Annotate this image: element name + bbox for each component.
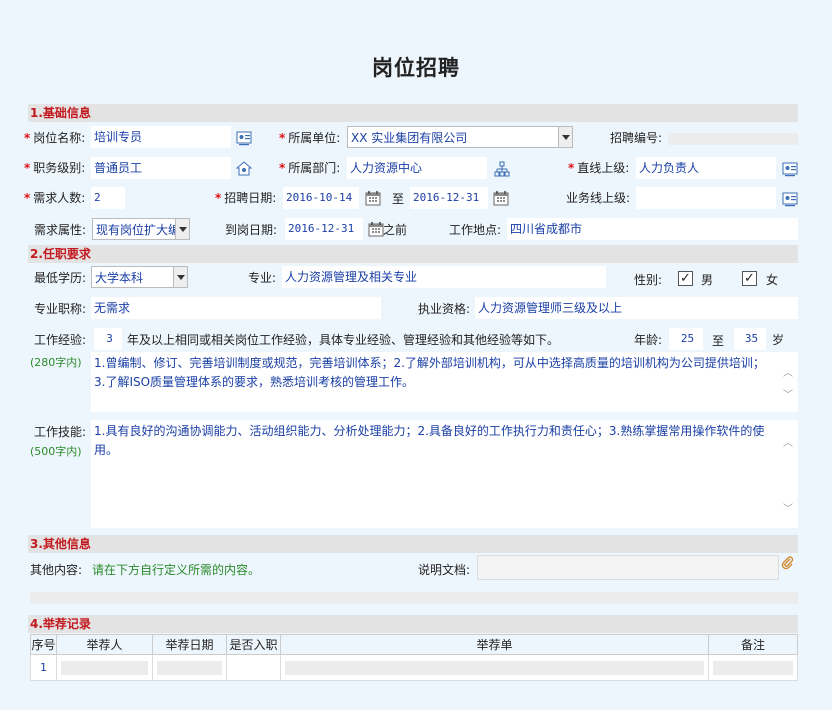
other-content-hint: 请在下方自行定义所需的内容。	[92, 563, 261, 577]
row-remark[interactable]	[708, 654, 798, 681]
skills-limit-hint: (500字内)	[30, 445, 82, 458]
education-value: 大学本科	[95, 270, 144, 285]
calendar-icon[interactable]	[368, 221, 384, 237]
section-other-title: 3.其他信息	[28, 535, 798, 553]
person-card-icon[interactable]	[782, 191, 798, 207]
dept-label: * 所属部门:	[279, 161, 341, 175]
org-chart-icon[interactable]	[494, 161, 510, 177]
row-hired[interactable]	[226, 654, 281, 681]
checkbox-checked-icon[interactable]: ✓	[678, 271, 693, 286]
dept-field[interactable]: 人力资源中心	[347, 157, 487, 179]
row-date[interactable]	[152, 654, 227, 681]
scroll-up-icon[interactable]: ︿	[782, 364, 794, 383]
person-card-icon[interactable]	[236, 130, 252, 146]
skills-label: 工作技能:	[34, 425, 87, 439]
unit-select[interactable]: XX 实业集团有限公司	[347, 126, 573, 148]
qualification-field[interactable]: 人力资源管理师三级及以上	[475, 297, 798, 319]
headcount-label: * 需求人数:	[24, 191, 86, 205]
calendar-icon[interactable]	[365, 190, 381, 206]
superior-field[interactable]: 人力负责人	[636, 157, 776, 179]
section-records-title: 4.举荐记录	[28, 615, 798, 633]
male-label: 男	[701, 273, 714, 287]
row-form[interactable]	[280, 654, 709, 681]
skills-detail-text: 1.具有良好的沟通协调能力、活动组织能力、分析处理能力；2.具备良好的工作执行力…	[94, 424, 765, 457]
business-superior-label: 业务线上级:	[566, 191, 631, 205]
education-select[interactable]: 大学本科	[91, 266, 188, 288]
recruit-date-label: * 招聘日期:	[215, 191, 277, 205]
house-icon[interactable]	[236, 161, 252, 177]
header-date: 举荐日期	[152, 634, 227, 655]
doc-upload-field[interactable]	[477, 555, 779, 580]
grade-label: * 职务级别:	[24, 161, 86, 175]
header-form: 举荐单	[280, 634, 709, 655]
age-max-field[interactable]: 35	[734, 328, 766, 350]
experience-years-field[interactable]: 3	[94, 328, 122, 350]
age-to-label: 至	[712, 334, 725, 348]
dropdown-arrow-icon[interactable]	[558, 127, 572, 147]
age-min-field[interactable]: 25	[669, 328, 703, 350]
dropdown-arrow-icon[interactable]	[175, 219, 189, 239]
before-label: 之前	[383, 223, 408, 237]
paperclip-icon[interactable]	[781, 556, 795, 570]
experience-text: 年及以上相同或相关岗位工作经验，具体专业经验、管理经验和其他经验等如下。	[127, 333, 560, 347]
section-basic-title: 1.基础信息	[28, 104, 798, 122]
calendar-icon[interactable]	[493, 190, 509, 206]
recruit-no-label: 招聘编号:	[610, 131, 663, 145]
unit-label: * 所属单位:	[279, 131, 341, 145]
table-row[interactable]: 1	[30, 654, 798, 681]
dropdown-arrow-icon[interactable]	[173, 267, 187, 287]
unit-value: XX 实业集团有限公司	[351, 130, 468, 145]
header-no: 序号	[30, 634, 57, 655]
location-label: 工作地点:	[449, 223, 502, 237]
experience-detail-textarea[interactable]: 1.曾编制、修订、完善培训制度或规范，完善培训体系；2.了解外部培训机构，可从中…	[91, 352, 798, 412]
gender-label: 性别:	[634, 273, 663, 287]
onboard-date-field[interactable]: 2016-12-31	[285, 218, 363, 240]
header-recommender: 举荐人	[56, 634, 153, 655]
other-content-label: 其他内容:	[30, 563, 83, 577]
scroll-up-icon[interactable]: ︿	[782, 434, 794, 453]
major-label: 专业:	[248, 271, 277, 285]
location-field[interactable]: 四川省成都市	[507, 218, 798, 240]
demand-type-value: 现有岗位扩大编	[96, 222, 175, 237]
grade-field[interactable]: 普通员工	[91, 157, 231, 179]
position-name-label: * 岗位名称:	[24, 131, 86, 145]
position-name-field[interactable]: 培训专员	[91, 126, 231, 148]
qualification-label: 执业资格:	[418, 302, 471, 316]
records-header-row: 序号 举荐人 举荐日期 是否入职 举荐单 备注	[30, 634, 798, 655]
header-remark: 备注	[708, 634, 798, 655]
row-recommender[interactable]	[56, 654, 153, 681]
recruit-end-field[interactable]: 2016-12-31	[410, 187, 488, 209]
title-field[interactable]: 无需求	[91, 297, 381, 319]
recruit-no-field	[668, 133, 798, 145]
business-superior-field[interactable]	[636, 187, 776, 209]
age-unit-label: 岁	[772, 333, 785, 347]
major-field[interactable]: 人力资源管理及相关专业	[282, 266, 606, 288]
checkbox-checked-icon[interactable]: ✓	[742, 271, 757, 286]
experience-label: 工作经验:	[34, 333, 87, 347]
row-no: 1	[30, 654, 57, 681]
education-label: 最低学历:	[34, 271, 87, 285]
title-label: 专业职称:	[34, 302, 87, 316]
recruit-start-field[interactable]: 2016-10-14	[283, 187, 359, 209]
demand-type-label: 需求属性:	[34, 223, 87, 237]
experience-detail-text: 1.曾编制、修订、完善培训制度或规范，完善培训体系；2.了解外部培训机构，可从中…	[94, 356, 765, 389]
scroll-down-icon[interactable]: ﹀	[782, 386, 794, 405]
records-table: 序号 举荐人 举荐日期 是否入职 举荐单 备注 1	[30, 634, 798, 681]
header-hired: 是否入职	[226, 634, 281, 655]
to-label: 至	[392, 192, 405, 206]
scroll-down-icon[interactable]: ﹀	[782, 500, 794, 519]
skills-detail-textarea[interactable]: 1.具有良好的沟通协调能力、活动组织能力、分析处理能力；2.具备良好的工作执行力…	[91, 420, 798, 528]
page-title: 岗位招聘	[372, 56, 460, 80]
divider-bar	[30, 592, 798, 604]
superior-label: * 直线上级:	[568, 161, 630, 175]
person-card-icon[interactable]	[782, 161, 798, 177]
demand-type-select[interactable]: 现有岗位扩大编	[92, 218, 190, 240]
age-label: 年龄:	[634, 333, 663, 347]
experience-limit-hint: (280字内)	[30, 356, 82, 369]
female-label: 女	[766, 273, 779, 287]
section-requirements-title: 2.任职要求	[28, 245, 798, 263]
doc-label: 说明文档:	[418, 563, 471, 577]
onboard-label: 到岗日期:	[225, 223, 278, 237]
headcount-field[interactable]: 2	[91, 187, 125, 209]
